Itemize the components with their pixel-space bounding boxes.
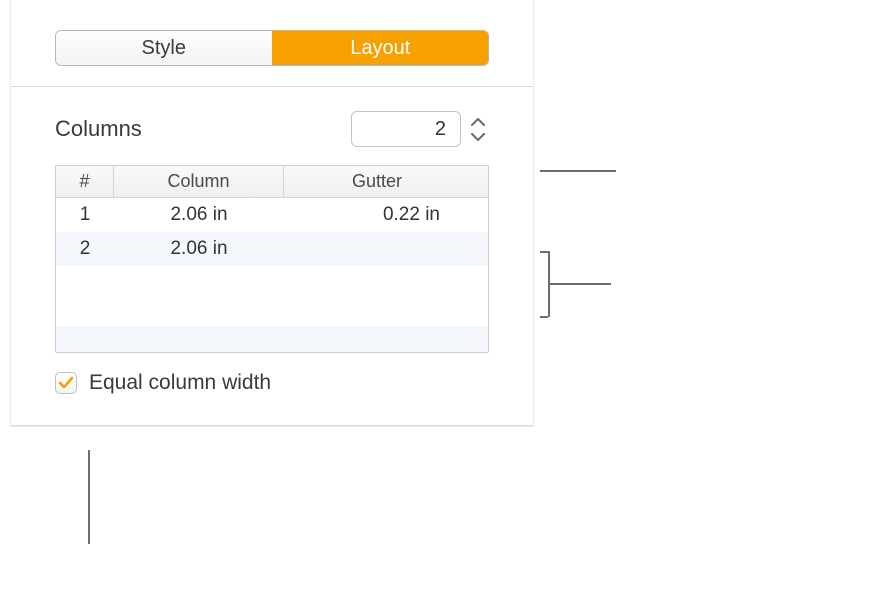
columns-th-gutter: Gutter: [284, 166, 470, 197]
columns-th-spacer: [470, 166, 480, 197]
table-row[interactable]: 1 2.06 in 0.22 in: [56, 198, 488, 232]
layout-inspector-panel: Style Layout Columns: [10, 0, 534, 427]
columns-th-num: #: [56, 166, 114, 197]
columns-header-row: Columns: [55, 111, 489, 147]
tab-layout-label: Layout: [350, 37, 410, 60]
stepper-up-button[interactable]: [467, 114, 489, 128]
stepper-down-button[interactable]: [467, 130, 489, 144]
cell-row-num: 1: [56, 198, 114, 232]
tab-layout[interactable]: Layout: [272, 31, 489, 65]
columns-count-stepper: [351, 111, 489, 147]
callout-line: [549, 283, 611, 285]
tab-style[interactable]: Style: [56, 31, 272, 65]
chevron-down-icon: [471, 133, 485, 142]
stepper-arrows: [467, 111, 489, 147]
tab-style-label: Style: [142, 37, 186, 60]
equal-width-checkbox[interactable]: [55, 372, 77, 394]
cell-gutter: 0.22 in: [284, 198, 470, 232]
cell-col-width: 2.06 in: [114, 232, 284, 266]
segmented-control: Style Layout: [55, 30, 489, 66]
checkmark-icon: [58, 375, 74, 391]
table-row-empty: [56, 266, 488, 326]
columns-table-header: # Column Gutter: [56, 166, 488, 198]
callout-line: [540, 251, 548, 253]
callout-line: [540, 316, 548, 318]
columns-table-body: 1 2.06 in 0.22 in 2 2.06 in: [56, 198, 488, 352]
cell-gutter: [284, 232, 470, 266]
cell-row-num: 2: [56, 232, 114, 266]
columns-count-input[interactable]: [351, 111, 461, 147]
columns-label: Columns: [55, 116, 142, 142]
table-row-empty: [56, 326, 488, 352]
columns-th-column: Column: [114, 166, 284, 197]
equal-width-row: Equal column width: [55, 371, 489, 395]
columns-section: Columns # Column Gutter: [11, 87, 533, 426]
callout-line: [540, 170, 616, 172]
cell-col-width: 2.06 in: [114, 198, 284, 232]
tab-bar-area: Style Layout: [11, 0, 533, 87]
columns-table: # Column Gutter 1 2.06 in 0.22 in 2 2.06…: [55, 165, 489, 353]
table-row[interactable]: 2 2.06 in: [56, 232, 488, 266]
chevron-up-icon: [471, 117, 485, 126]
callout-line: [88, 450, 90, 544]
equal-width-label: Equal column width: [89, 371, 271, 395]
